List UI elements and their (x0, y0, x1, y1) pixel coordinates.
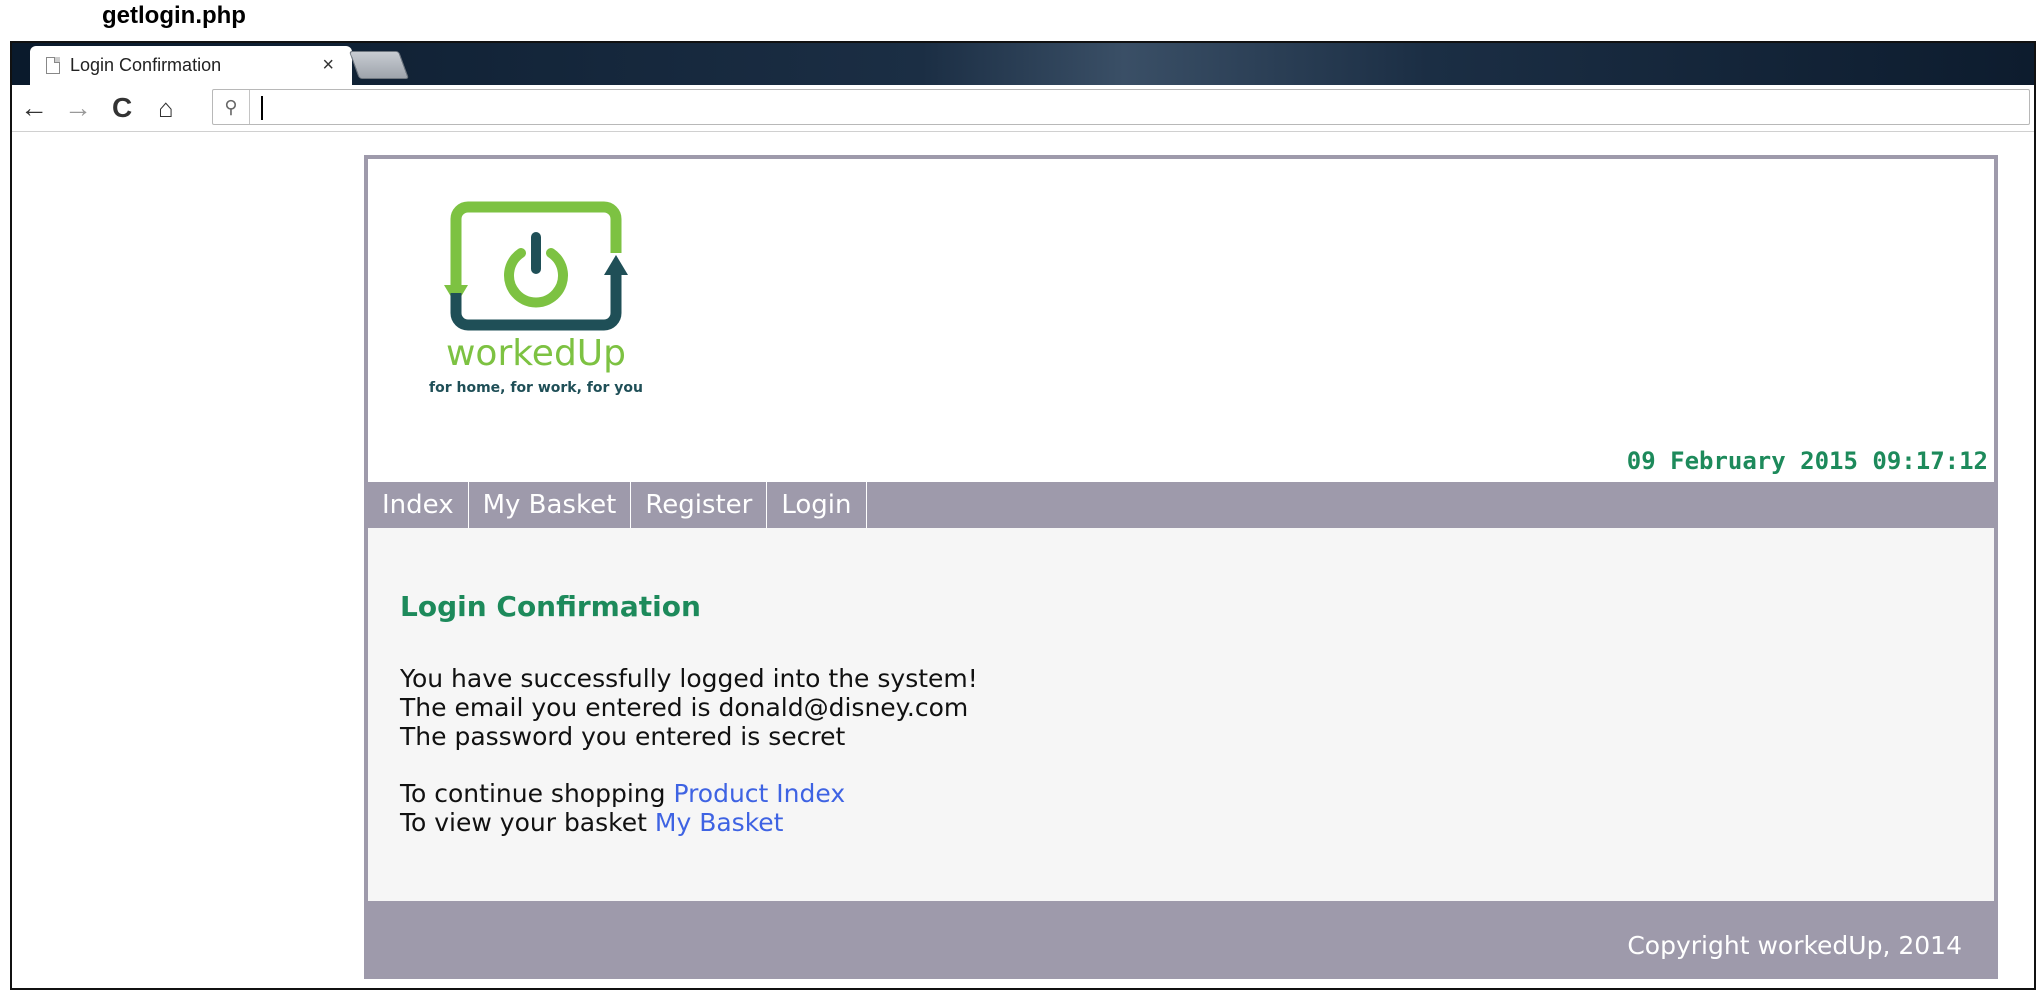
back-icon[interactable]: ← (20, 89, 48, 127)
logo-tagline: for home, for work, for you (429, 380, 643, 396)
menu-item-index[interactable]: Index (368, 482, 469, 528)
site-footer: Copyright workedUp, 2014 (368, 901, 1994, 979)
address-input[interactable] (250, 91, 2029, 123)
success-line: You have successfully logged into the sy… (400, 664, 978, 693)
menu-item-login[interactable]: Login (767, 482, 867, 528)
logo-wordmark: workedUp (446, 333, 626, 374)
workedup-logo[interactable]: workedUp for home, for work, for you (426, 197, 686, 407)
continue-shopping-text: To continue shopping (400, 779, 666, 808)
email-line: The email you entered is donald@disney.c… (400, 693, 969, 722)
page-caption: getlogin.php (102, 2, 246, 29)
confirmation-message: You have successfully logged into the sy… (400, 664, 978, 837)
product-index-link[interactable]: Product Index (673, 779, 845, 808)
view-basket-line: To view your basket My Basket (400, 808, 978, 837)
browser-window: Login Confirmation × ← → C ⌂ ⚲ workedUp … (10, 41, 2036, 990)
menu-item-register[interactable]: Register (631, 482, 768, 528)
main-menu: Index My Basket Register Login (368, 482, 1994, 528)
new-tab-button[interactable] (348, 51, 410, 79)
home-icon[interactable]: ⌂ (158, 89, 174, 127)
tab-strip: Login Confirmation × (12, 43, 2034, 85)
password-line: The password you entered is secret (400, 722, 846, 751)
main-content: Login Confirmation You have successfully… (368, 528, 1994, 901)
page-icon (46, 57, 60, 74)
continue-shopping-line: To continue shopping Product Index (400, 779, 978, 808)
my-basket-link[interactable]: My Basket (655, 808, 784, 837)
copyright-text: Copyright workedUp, 2014 (1627, 931, 1962, 960)
search-icon: ⚲ (213, 90, 250, 124)
menu-item-my-basket[interactable]: My Basket (469, 482, 632, 528)
address-bar[interactable]: ⚲ (212, 89, 2030, 125)
view-basket-text: To view your basket (400, 808, 647, 837)
reload-icon[interactable]: C (112, 89, 132, 127)
tab-title: Login Confirmation (70, 55, 222, 75)
site-container: workedUp for home, for work, for you 09 … (364, 155, 1998, 979)
browser-toolbar: ← → C ⌂ ⚲ (12, 85, 2034, 132)
close-icon[interactable]: × (322, 54, 334, 77)
forward-icon[interactable]: → (64, 89, 92, 127)
site-header: workedUp for home, for work, for you 09 … (368, 159, 1994, 479)
current-datetime: 09 February 2015 09:17:12 (1626, 447, 1988, 475)
tab-login-confirmation[interactable]: Login Confirmation × (30, 46, 352, 85)
page-title: Login Confirmation (400, 590, 701, 623)
text-caret (261, 96, 263, 120)
